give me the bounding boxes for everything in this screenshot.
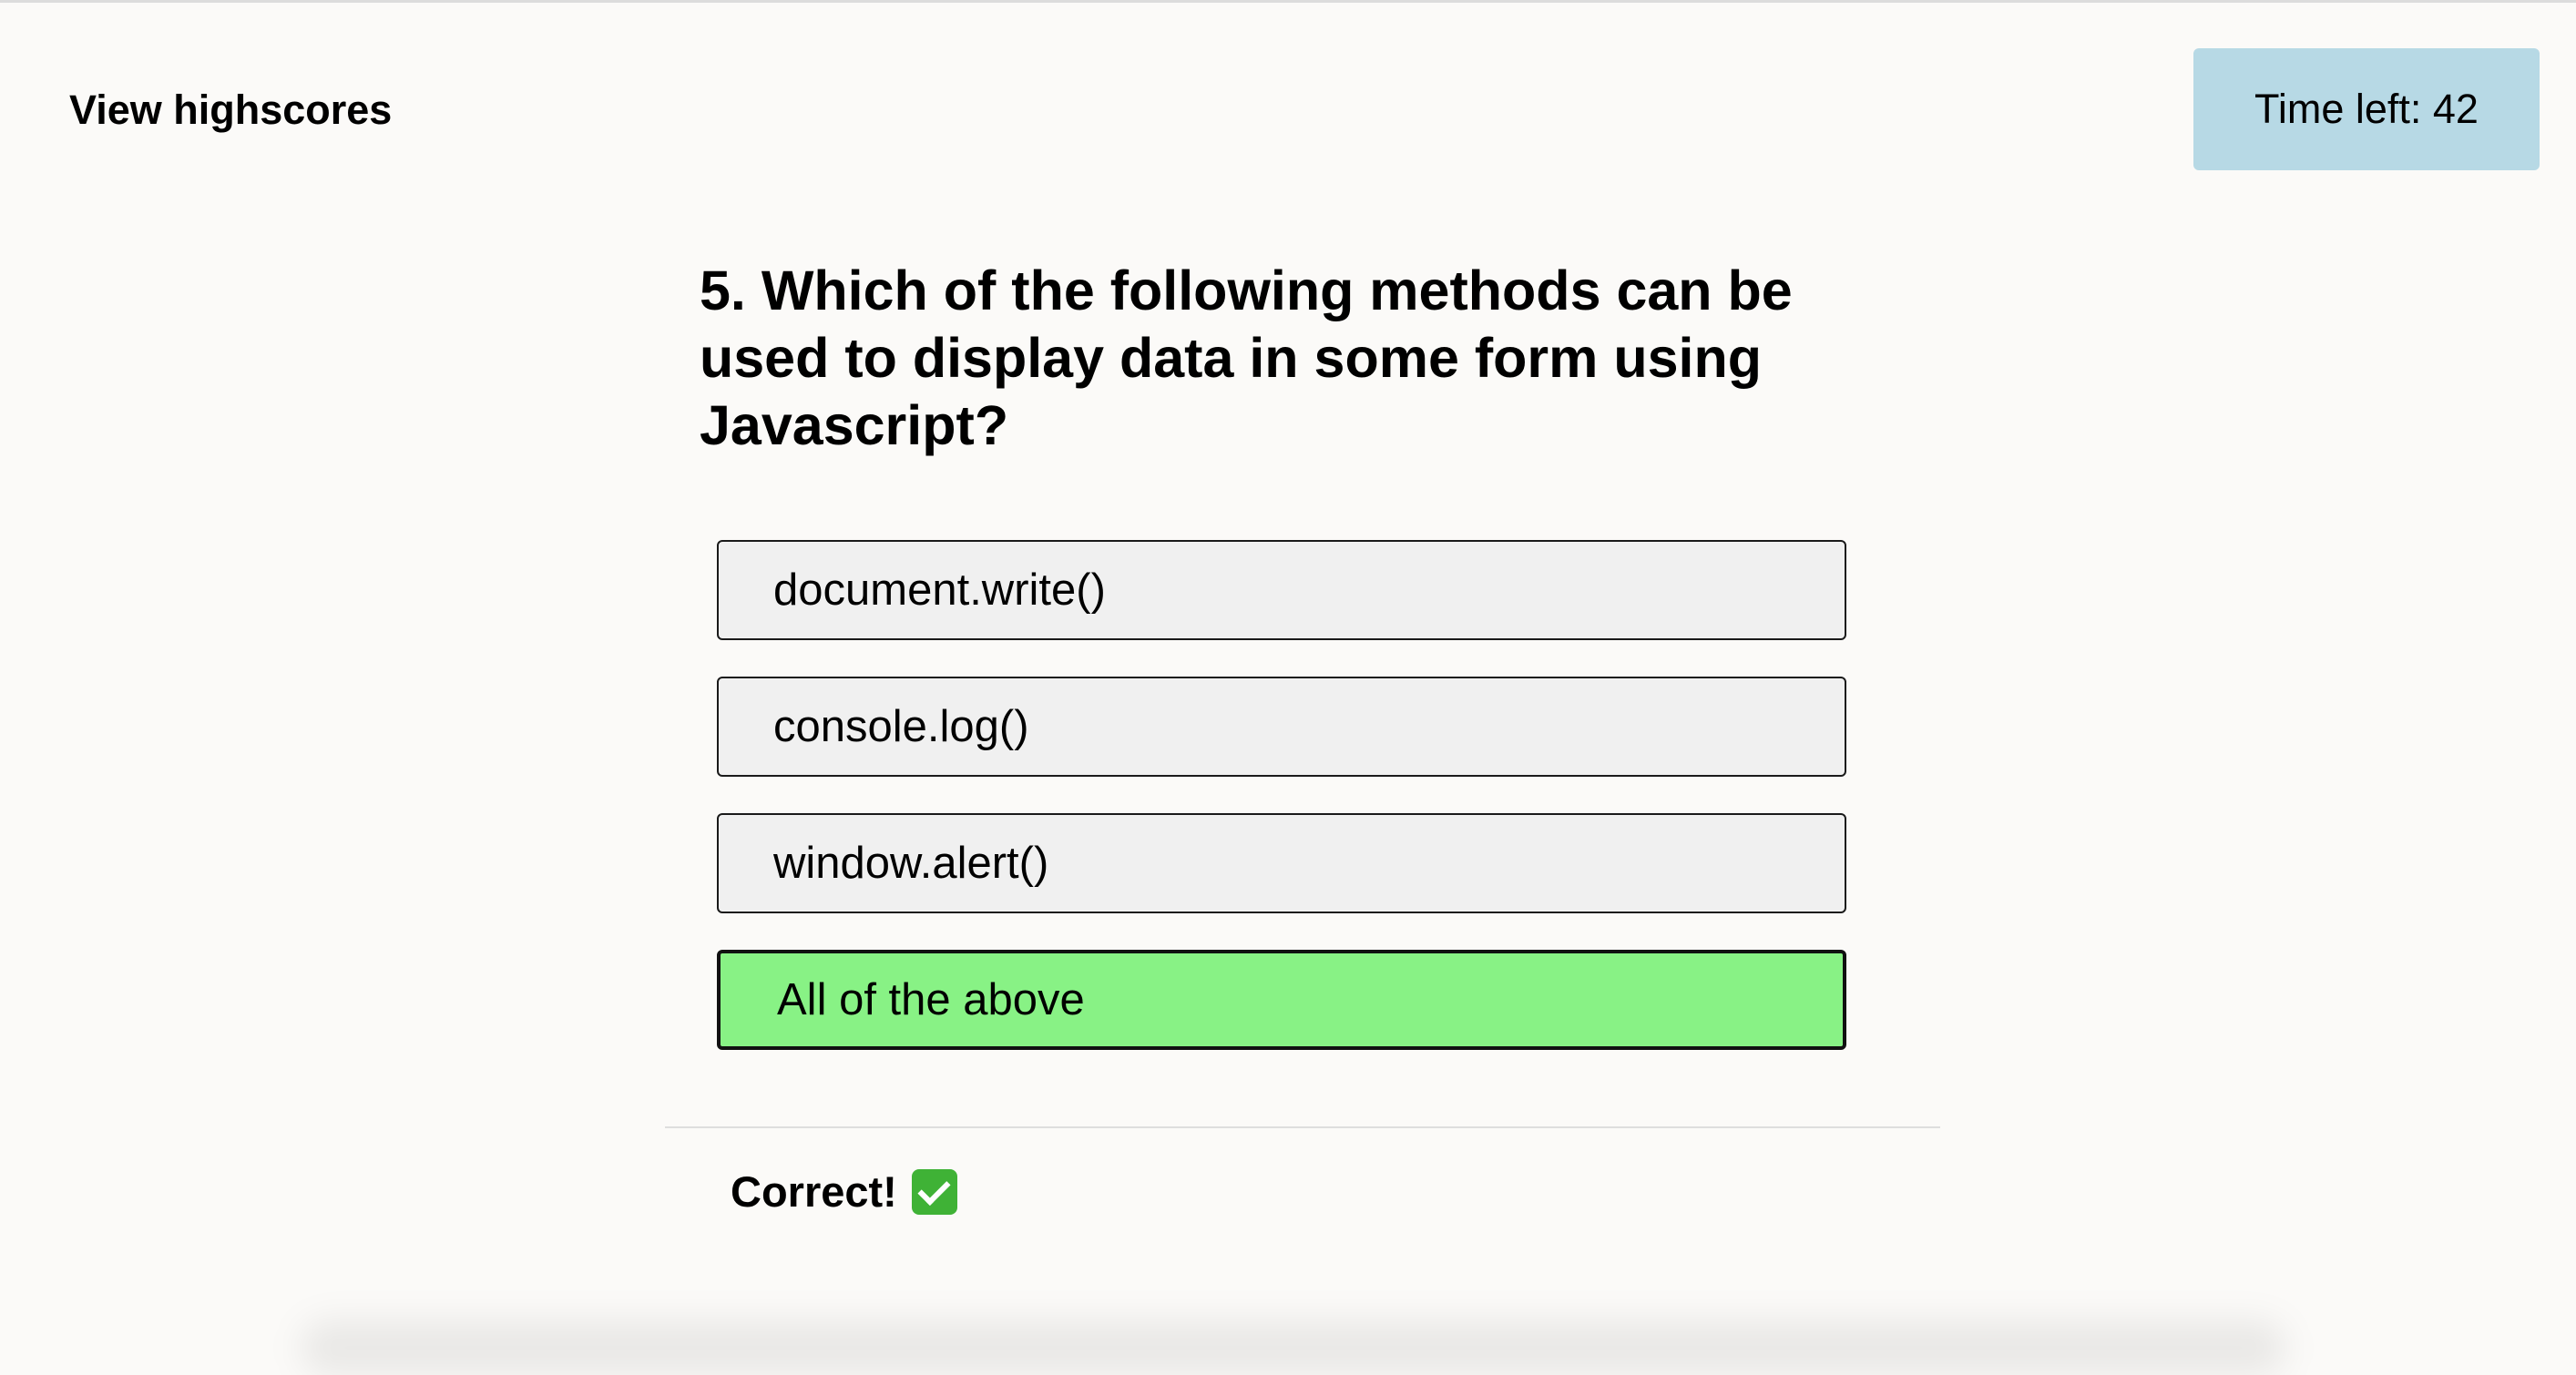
choice-button-2[interactable]: console.log() xyxy=(717,677,1846,777)
answer-choices: document.write() console.log() window.al… xyxy=(717,540,1846,1086)
feedback-divider xyxy=(665,1126,1940,1128)
top-border xyxy=(0,0,2576,3)
feedback-text: Correct! xyxy=(731,1167,897,1216)
view-highscores-link[interactable]: View highscores xyxy=(69,84,392,137)
choice-button-3[interactable]: window.alert() xyxy=(717,813,1846,913)
timer-label: Time left: 42 xyxy=(2254,86,2479,132)
check-mark-icon xyxy=(911,1169,957,1215)
choice-button-4-correct[interactable]: All of the above xyxy=(717,950,1846,1050)
question-text: 5. Which of the following methods can be… xyxy=(700,260,1793,456)
timer-display: Time left: 42 xyxy=(2193,48,2540,170)
bottom-shadow xyxy=(301,1320,2286,1375)
feedback-message: Correct! xyxy=(731,1164,957,1220)
choice-button-1[interactable]: document.write() xyxy=(717,540,1846,640)
